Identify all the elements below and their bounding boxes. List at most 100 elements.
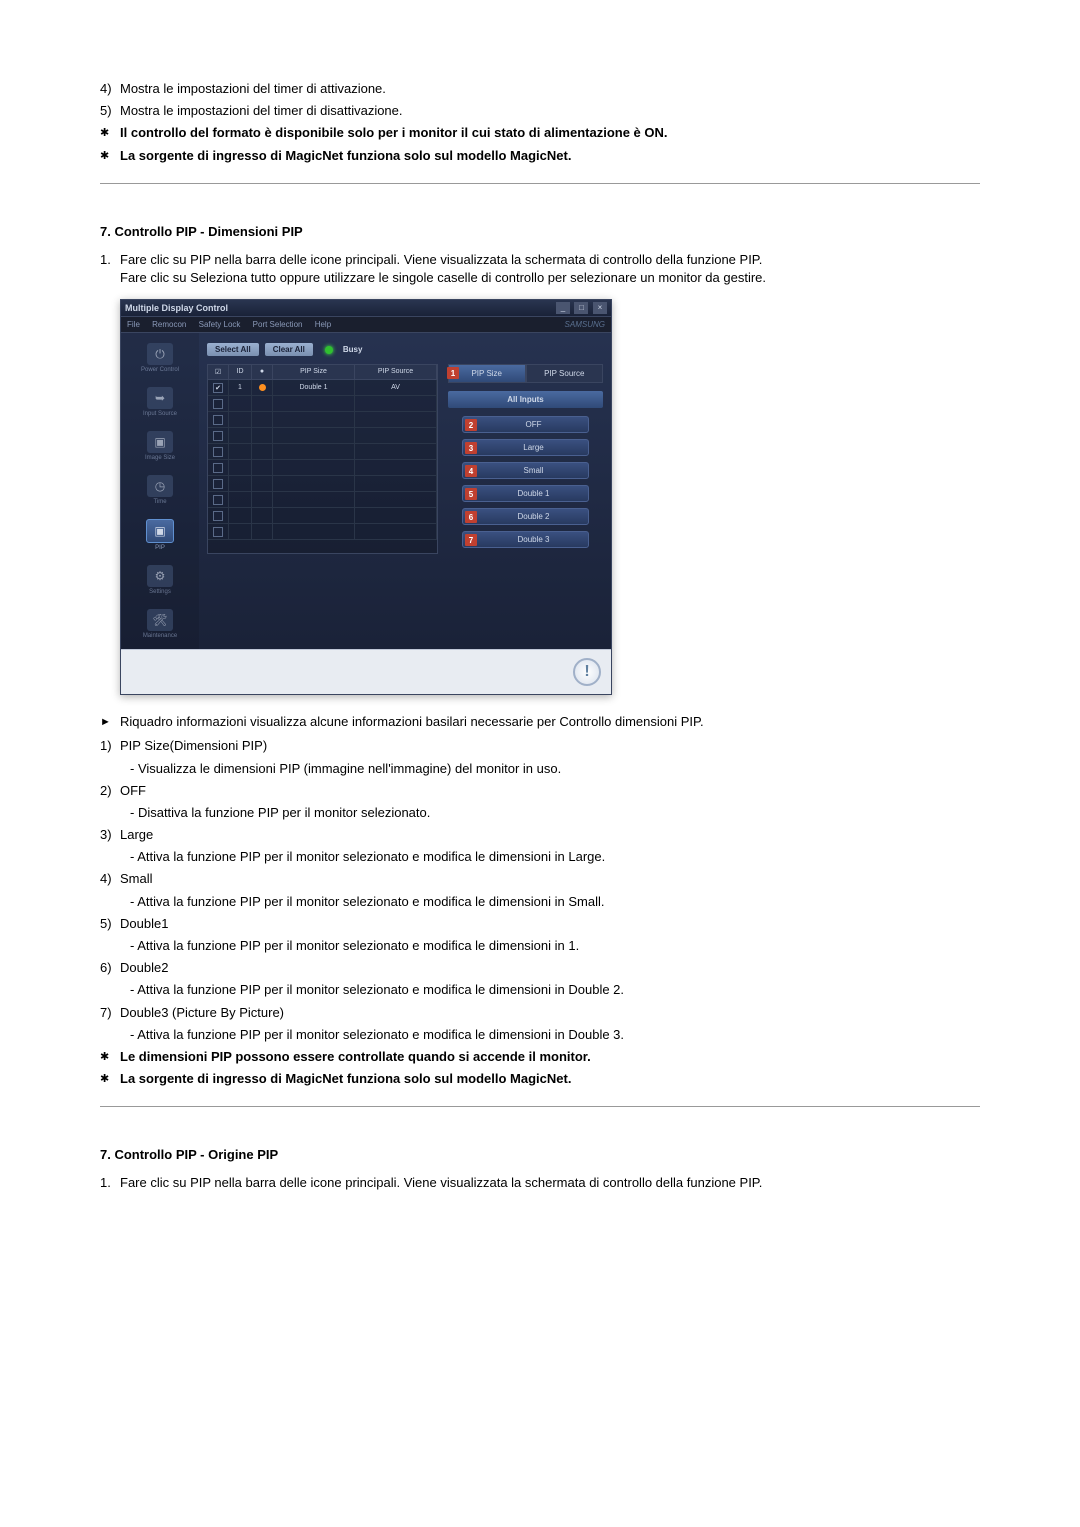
checkbox-icon bbox=[213, 399, 223, 409]
item-7: 7) Double3 (Picture By Picture) bbox=[100, 1004, 980, 1022]
item-5: 5) Double1 bbox=[100, 915, 980, 933]
note-bullet-icon: ✱ bbox=[100, 1070, 120, 1087]
text: Mostra le impostazioni del timer di atti… bbox=[120, 80, 980, 98]
table-row[interactable] bbox=[208, 396, 437, 412]
option-double2[interactable]: 6 Double 2 bbox=[462, 508, 589, 525]
title: PIP Size(Dimensioni PIP) bbox=[120, 737, 980, 755]
input-icon: ➥ bbox=[147, 387, 173, 409]
label: Input Source bbox=[143, 411, 177, 417]
menu-remocon[interactable]: Remocon bbox=[152, 320, 186, 329]
marker: 3) bbox=[100, 826, 120, 844]
item-6: 6) Double2 bbox=[100, 959, 980, 977]
sidebar-item-power[interactable]: ⏻ Power Control bbox=[141, 343, 179, 373]
minimize-button[interactable]: _ bbox=[556, 302, 570, 314]
table-row[interactable] bbox=[208, 476, 437, 492]
cell-checkbox[interactable]: ✔ bbox=[208, 380, 229, 396]
item-1: 1) PIP Size(Dimensioni PIP) bbox=[100, 737, 980, 755]
text: Fare clic su PIP nella barra delle icone… bbox=[120, 251, 980, 287]
table-row[interactable] bbox=[208, 460, 437, 476]
table-row[interactable] bbox=[208, 524, 437, 540]
marker: 1. bbox=[100, 1174, 120, 1192]
busy-label: Busy bbox=[343, 345, 363, 354]
marker: 4) bbox=[100, 80, 120, 98]
sidebar-item-time[interactable]: ◷ Time bbox=[147, 475, 173, 505]
label: OFF bbox=[526, 420, 542, 429]
sidebar-item-settings[interactable]: ⚙ Settings bbox=[147, 565, 173, 595]
col-pipsource: PIP Source bbox=[355, 365, 437, 380]
status-dot-icon bbox=[259, 384, 266, 391]
note-bullet-icon: ✱ bbox=[100, 1048, 120, 1065]
cell-status bbox=[252, 380, 273, 396]
content-split: ☑ ID ● PIP Size PIP Source ✔ 1 Double 1 … bbox=[207, 364, 603, 554]
label: Small bbox=[523, 466, 543, 475]
title: Double1 bbox=[120, 915, 980, 933]
option-double3[interactable]: 7 Double 3 bbox=[462, 531, 589, 548]
line2: Fare clic su Seleziona tutto oppure util… bbox=[120, 270, 766, 285]
cell-source: AV bbox=[355, 380, 437, 396]
table-row[interactable] bbox=[208, 412, 437, 428]
table-row[interactable] bbox=[208, 508, 437, 524]
clock-icon: ◷ bbox=[147, 475, 173, 497]
note-text: La sorgente di ingresso di MagicNet funz… bbox=[120, 1070, 980, 1088]
item-6-desc: - Attiva la funzione PIP per il monitor … bbox=[130, 981, 980, 999]
title: Small bbox=[120, 870, 980, 888]
info-text: Riquadro informazioni visualizza alcune … bbox=[120, 713, 980, 731]
label: Time bbox=[153, 499, 166, 505]
sidebar-item-pip[interactable]: ▣ PIP bbox=[146, 519, 174, 551]
section2-step1: 1. Fare clic su PIP nella barra delle ic… bbox=[100, 1174, 980, 1192]
option-large[interactable]: 3 Large bbox=[462, 439, 589, 456]
col-pipsize: PIP Size bbox=[273, 365, 355, 380]
section1-note-2: ✱ La sorgente di ingresso di MagicNet fu… bbox=[100, 1070, 980, 1088]
badge: 2 bbox=[465, 419, 477, 431]
table-row[interactable] bbox=[208, 492, 437, 508]
clear-all-button[interactable]: Clear All bbox=[265, 343, 313, 356]
marker: 4) bbox=[100, 870, 120, 888]
brand-label: SAMSUNG bbox=[565, 320, 605, 329]
item-4-desc: - Attiva la funzione PIP per il monitor … bbox=[130, 893, 980, 911]
menu-port[interactable]: Port Selection bbox=[253, 320, 303, 329]
sidebar-item-image[interactable]: ▣ Image Size bbox=[145, 431, 175, 461]
note-text: Il controllo del formato è disponibile s… bbox=[120, 124, 980, 142]
sidebar-item-maintenance[interactable]: 🛠 Maintenance bbox=[143, 609, 177, 639]
item-5-desc: - Attiva la funzione PIP per il monitor … bbox=[130, 937, 980, 955]
tab-row: 1 PIP Size PIP Source bbox=[448, 364, 603, 383]
option-double1[interactable]: 5 Double 1 bbox=[462, 485, 589, 502]
window-controls: _ □ × bbox=[554, 302, 607, 314]
col-id: ID bbox=[229, 365, 252, 380]
col-status: ● bbox=[252, 365, 273, 380]
tab-label: PIP Size bbox=[471, 369, 502, 378]
badge: 6 bbox=[465, 511, 477, 523]
maximize-button[interactable]: □ bbox=[574, 302, 588, 314]
table-row[interactable] bbox=[208, 444, 437, 460]
sidebar: ⏻ Power Control ➥ Input Source ▣ Image S… bbox=[121, 333, 199, 649]
close-button[interactable]: × bbox=[593, 302, 607, 314]
text: Fare clic su PIP nella barra delle icone… bbox=[120, 1174, 980, 1192]
busy-indicator-icon bbox=[325, 346, 333, 354]
app-body: ⏻ Power Control ➥ Input Source ▣ Image S… bbox=[121, 333, 611, 649]
option-small[interactable]: 4 Small bbox=[462, 462, 589, 479]
label: Power Control bbox=[141, 367, 179, 373]
table-row[interactable]: ✔ 1 Double 1 AV bbox=[208, 380, 437, 396]
menu-file[interactable]: File bbox=[127, 320, 140, 329]
title: OFF bbox=[120, 782, 980, 800]
note-text: Le dimensioni PIP possono essere control… bbox=[120, 1048, 980, 1066]
option-off[interactable]: 2 OFF bbox=[462, 416, 589, 433]
wrench-icon: 🛠 bbox=[147, 609, 173, 631]
menu-safety[interactable]: Safety Lock bbox=[199, 320, 241, 329]
main-area: Select All Clear All Busy ☑ ID ● PIP Siz… bbox=[199, 333, 611, 649]
cell-checkbox[interactable] bbox=[208, 396, 229, 412]
badge-1: 1 bbox=[447, 367, 459, 379]
label: PIP bbox=[155, 545, 165, 551]
table-row[interactable] bbox=[208, 428, 437, 444]
select-all-button[interactable]: Select All bbox=[207, 343, 259, 356]
tab-pip-source[interactable]: PIP Source bbox=[526, 364, 604, 383]
tab-pip-size[interactable]: 1 PIP Size bbox=[448, 364, 526, 383]
info-icon: ! bbox=[573, 658, 601, 686]
text: Mostra le impostazioni del timer di disa… bbox=[120, 102, 980, 120]
grid-header: ☑ ID ● PIP Size PIP Source bbox=[208, 365, 437, 380]
status-bar: ! bbox=[121, 649, 611, 694]
menu-help[interactable]: Help bbox=[315, 320, 331, 329]
image-icon: ▣ bbox=[147, 431, 173, 453]
cell-id: 1 bbox=[229, 380, 252, 396]
sidebar-item-input[interactable]: ➥ Input Source bbox=[143, 387, 177, 417]
